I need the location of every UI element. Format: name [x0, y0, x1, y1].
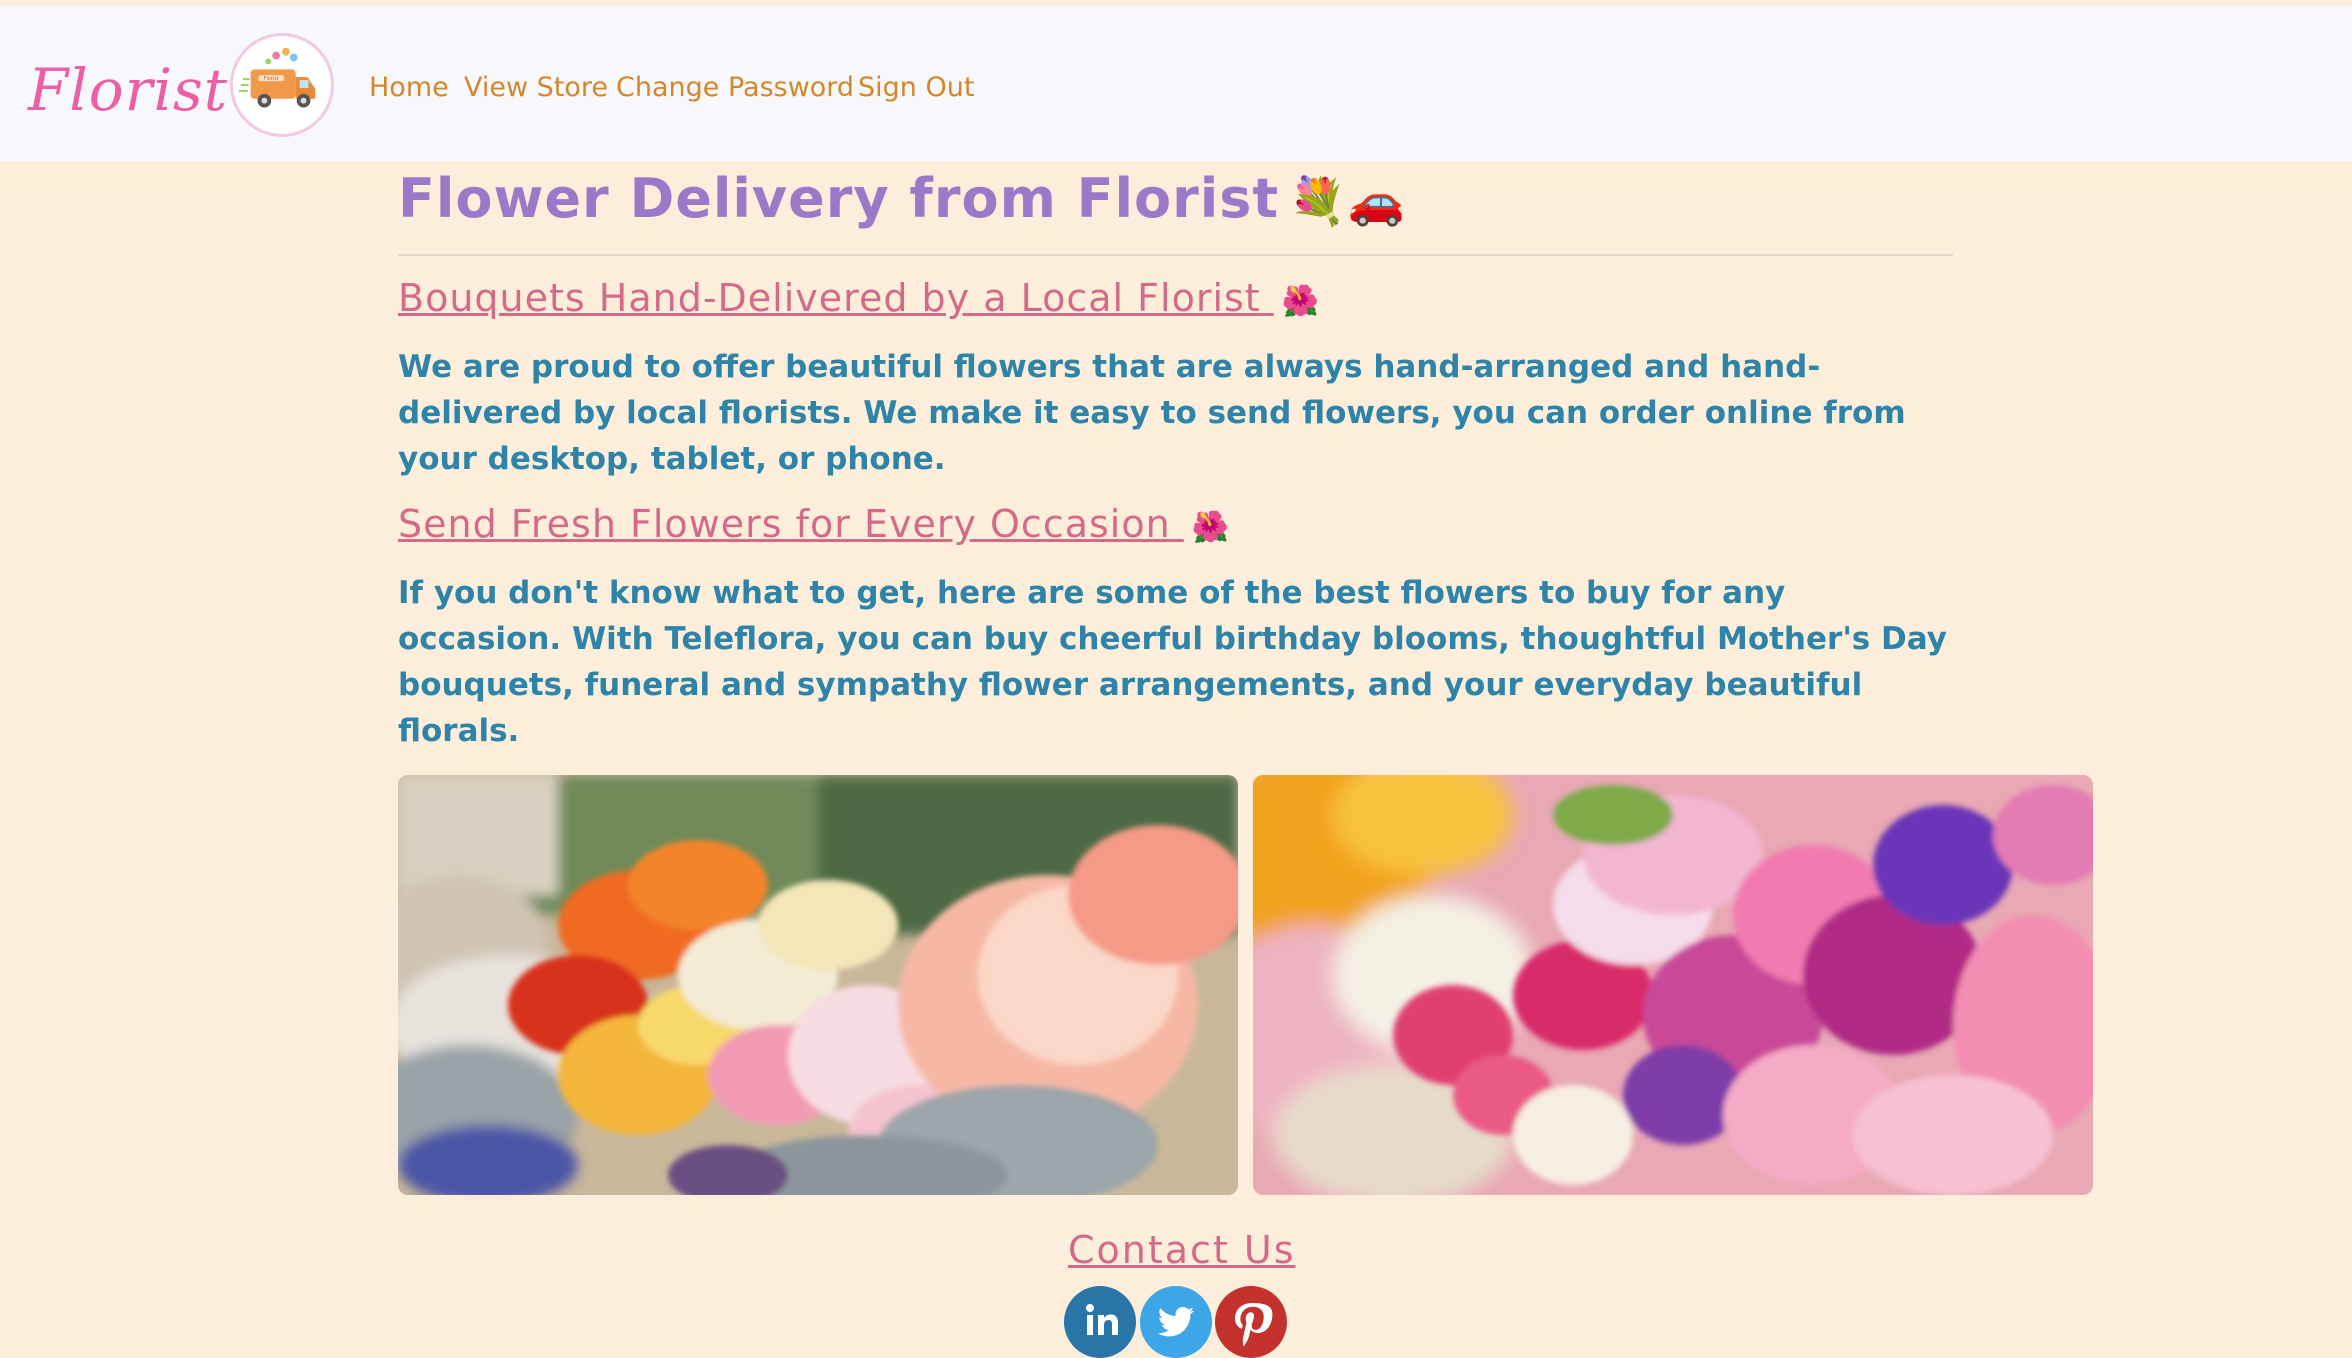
linkedin-icon[interactable] [1064, 1286, 1136, 1358]
hibiscus-emoji-icon: 🌺 [1281, 284, 1321, 319]
section-paragraph-local-florist: We are proud to offer beautiful flowers … [398, 349, 1906, 477]
nav-sign-out-link[interactable]: Sign Out [858, 72, 974, 103]
flower-market-photo [398, 775, 1238, 1195]
bouquet-car-emoji-icon: 💐🚗 [1289, 174, 1406, 228]
section-heading-local-florist[interactable]: Bouquets Hand-Delivered by a Local Flori… [398, 276, 1320, 320]
hibiscus-emoji-icon: 🌺 [1191, 510, 1231, 545]
section-heading-text[interactable]: Bouquets Hand-Delivered by a Local Flori… [398, 276, 1261, 320]
main-content: Flower Delivery from Florist 💐🚗 Bouquets … [398, 161, 1953, 754]
twitter-icon[interactable] [1140, 1286, 1212, 1358]
section-heading-text[interactable]: Send Fresh Flowers for Every Occasion [398, 502, 1171, 546]
nav-home-link[interactable]: Home [369, 72, 449, 103]
brand-logo-text[interactable]: Florist [28, 56, 228, 124]
page-title: Flower Delivery from Florist 💐🚗 [398, 161, 1953, 230]
section-heading-every-occasion[interactable]: Send Fresh Flowers for Every Occasion 🌺 [398, 502, 1230, 546]
nav-view-store-link[interactable]: View Store [464, 72, 608, 103]
navbar: Florist Florist Home View Store Change P… [0, 6, 2352, 161]
section-paragraph-every-occasion: If you don't know what to get, here are … [398, 575, 1947, 749]
page-title-text: Flower Delivery from Florist [398, 167, 1280, 230]
photo-gallery [398, 775, 2093, 1195]
nav-change-password-link[interactable]: Change Password [616, 72, 854, 103]
title-divider [398, 254, 1953, 256]
svg-text:Florist: Florist [264, 76, 279, 82]
delivery-truck-logo-icon[interactable]: Florist [230, 33, 334, 137]
rose-bouquet-photo [1253, 775, 2093, 1195]
pinterest-icon[interactable] [1215, 1286, 1287, 1358]
contact-us-link[interactable]: Contact Us [1068, 1228, 1296, 1272]
